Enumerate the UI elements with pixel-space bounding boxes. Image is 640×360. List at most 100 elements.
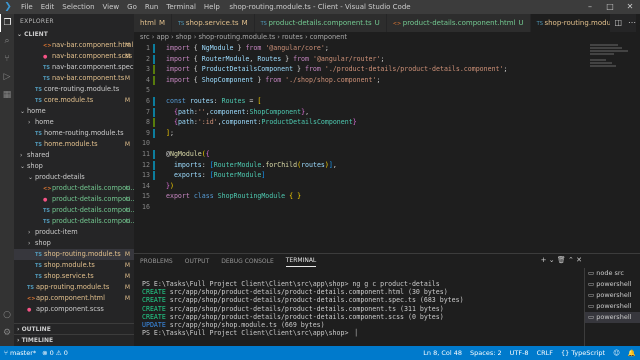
source-control-icon[interactable]: ⑂ [0,50,14,68]
menu-item-go[interactable]: Go [123,3,141,11]
notifications-icon[interactable]: 🔔 [628,346,636,360]
terminal-name: powershell [596,291,632,299]
file-item[interactable]: TS core.module.ts M [14,95,134,106]
file-item[interactable]: TS product-details.compon... U [14,205,134,216]
close-panel-icon[interactable]: ✕ [576,256,582,264]
status-bar: ⑂ master* ⊗ 0 ⚠ 0 Ln 8, Col 48 Spaces: 2… [0,346,640,360]
file-item[interactable]: <>nav-bar.component.html M [14,40,134,51]
breadcrumb-separator-icon: › [302,33,310,41]
timeline-section-header[interactable]: › TIMELINE [14,334,134,345]
code-token: { [205,149,210,158]
file-item[interactable]: ● app.component.scss [14,304,134,315]
language-mode[interactable]: {} TypeScript [561,346,605,360]
more-actions-icon[interactable]: ⋯ [628,14,636,32]
folder-item[interactable]: › home [14,117,134,128]
breadcrumb-item[interactable]: shop [176,33,192,41]
add-terminal-icon[interactable]: + [541,256,547,264]
feedback-icon[interactable]: ☺ [613,346,620,360]
menu-bar: File Edit Selection View Go Run Terminal Help [17,3,224,11]
outline-section-header[interactable]: › OUTLINE [14,323,134,334]
file-item[interactable]: TS core-routing.module.ts [14,84,134,95]
maximize-icon[interactable]: □ [600,0,620,14]
folder-item[interactable]: › shared [14,150,134,161]
chevron-down-icon[interactable]: ⌄ [549,256,555,264]
indentation[interactable]: Spaces: 2 [470,346,502,360]
panel-tab-output[interactable]: OUTPUT [185,258,209,265]
folder-item[interactable]: ⌄ home [14,106,134,117]
code-token: ':id' [197,118,218,127]
file-item[interactable]: TS home.module.ts M [14,139,134,150]
terminal-output[interactable]: PS E:\Tasks\Full Project Client\Client\s… [142,280,580,337]
code-editor[interactable]: 1 import { NgModule } from '@angular/core… [134,43,640,253]
menu-item-selection[interactable]: Selection [58,3,98,11]
editor-tab[interactable]: <> product-details.component.html U [386,14,531,32]
breadcrumb-item[interactable]: component [310,33,347,41]
code-token: ] [261,171,266,180]
menu-item-edit[interactable]: Edit [37,3,59,11]
run-debug-icon[interactable]: ▷ [0,68,14,86]
settings-gear-icon[interactable]: ⚙ [0,324,14,342]
split-editor-icon[interactable]: ◫ [614,14,622,32]
breadcrumb-item[interactable]: app [156,33,168,41]
terminal-list-item[interactable]: ▭ powershell [585,301,640,312]
breadcrumb-item[interactable]: src [140,33,150,41]
git-branch[interactable]: ⑂ master* [4,346,36,360]
end-of-line[interactable]: CRLF [537,346,553,360]
breadcrumb-separator-icon: › [168,33,176,41]
search-icon[interactable]: ⌕ [0,32,14,50]
git-gutter-marker [153,65,155,75]
menu-item-help[interactable]: Help [200,3,224,11]
breadcrumb-item[interactable]: shop-routing.module.ts [198,33,275,41]
terminal-list-item[interactable]: ▭ powershell [585,279,640,290]
git-status-badge: M [124,42,130,49]
file-item[interactable]: TS shop.module.ts M [14,260,134,271]
cursor-position[interactable]: Ln 8, Col 48 [423,346,462,360]
folder-item[interactable]: ⌄ shop [14,161,134,172]
terminal-list-item[interactable]: ▭ node src [585,268,640,279]
panel-tab-debug-console[interactable]: DEBUG CONSOLE [221,258,274,265]
encoding[interactable]: UTF-8 [510,346,529,360]
file-item[interactable]: ● product-details.compon... U [14,194,134,205]
code-token: ; [324,44,329,52]
maximize-panel-icon[interactable]: ⌃ [568,256,574,264]
file-item[interactable]: TS shop.service.ts M [14,271,134,282]
code-token: const [166,96,186,105]
file-item[interactable]: TS nav-bar.component.ts M [14,73,134,84]
file-item[interactable]: <>product-details.compon... U [14,183,134,194]
code-token: } [233,44,246,52]
folder-item[interactable]: › shop [14,238,134,249]
menu-item-file[interactable]: File [17,3,37,11]
account-icon[interactable]: ○ [0,306,14,324]
breadcrumb-item[interactable]: routes [282,33,303,41]
file-item[interactable]: TS app-routing.module.ts M [14,282,134,293]
menu-item-view[interactable]: View [99,3,124,11]
editor-tab[interactable]: TS shop.service.ts M [172,14,255,32]
code-content: import { ShopComponent } from './shop/sh… [166,75,380,86]
git-status-badge: M [124,284,130,291]
extensions-icon[interactable]: ▦ [0,86,14,104]
file-item[interactable]: TS home-routing.module.ts [14,128,134,139]
explorer-icon[interactable]: ❐ [0,14,14,32]
folder-item[interactable]: ⌄ product-details [14,172,134,183]
file-item[interactable]: TS nav-bar.component.spec.ts [14,62,134,73]
panel-tab-terminal[interactable]: TERMINAL [285,256,317,267]
file-item[interactable]: ● nav-bar.component.scss M [14,51,134,62]
close-icon[interactable]: ✕ [620,0,640,14]
terminal-list-item[interactable]: ▭ powershell [585,312,640,323]
file-item[interactable]: TS shop-routing.module.ts M [14,249,134,260]
line-number: 4 [146,75,150,84]
editor-tab[interactable]: html M [134,14,172,32]
problems-counter[interactable]: ⊗ 0 ⚠ 0 [42,346,68,360]
minimize-icon[interactable]: – [580,0,600,14]
editor-tab[interactable]: TS product-details.component.ts U [254,14,387,32]
kill-terminal-icon[interactable]: 🗑 [557,256,566,264]
git-status-badge: M [124,75,130,82]
panel-tab-problems[interactable]: PROBLEMS [140,258,173,265]
menu-item-terminal[interactable]: Terminal [162,3,200,11]
terminal-list-item[interactable]: ▭ powershell [585,290,640,301]
workspace-section-header[interactable]: ⌄ CLIENT [14,30,134,40]
file-item[interactable]: <>app.component.html M [14,293,134,304]
folder-item[interactable]: › product-item [14,227,134,238]
file-item[interactable]: TS product-details.compon... U [14,216,134,227]
menu-item-run[interactable]: Run [141,3,162,11]
